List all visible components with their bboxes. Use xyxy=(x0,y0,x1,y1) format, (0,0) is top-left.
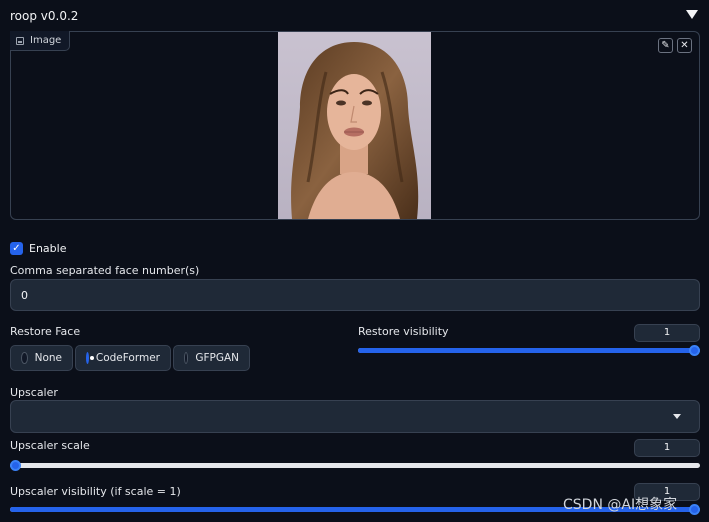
image-tag: Image xyxy=(10,31,71,51)
restore-face-option-none[interactable]: None xyxy=(10,345,73,371)
upscaler-label: Upscaler xyxy=(10,386,58,399)
image-tag-label: Image xyxy=(30,35,62,46)
upscaler-dropdown[interactable] xyxy=(10,400,700,433)
watermark-text: CSDN @AI想象家 xyxy=(563,497,678,513)
radio-icon xyxy=(184,352,189,364)
radio-icon xyxy=(21,352,28,364)
accordion-title[interactable]: roop v0.0.2 xyxy=(10,9,78,23)
restore-visibility-label: Restore visibility xyxy=(358,325,449,338)
upscaler-scale-number[interactable]: 1 xyxy=(634,439,700,457)
upscaler-visibility-label: Upscaler visibility (if scale = 1) xyxy=(10,485,181,498)
restore-visibility-fill xyxy=(358,348,700,353)
restore-face-option-gfpgan[interactable]: GFPGAN xyxy=(173,345,250,371)
radio-label: None xyxy=(34,352,62,364)
source-face-image xyxy=(278,32,431,219)
radio-label: CodeFormer xyxy=(95,352,160,364)
radio-selected-icon xyxy=(86,352,94,364)
upscaler-scale-track[interactable] xyxy=(10,463,700,468)
enable-label: Enable xyxy=(29,242,67,255)
upscaler-visibility-handle[interactable] xyxy=(689,504,700,515)
collapse-triangle-icon[interactable] xyxy=(686,10,698,19)
image-icon xyxy=(16,36,24,45)
close-icon[interactable]: ✕ xyxy=(677,38,692,53)
restore-visibility-handle[interactable] xyxy=(689,345,700,356)
restore-face-option-codeformer[interactable]: CodeFormer xyxy=(75,345,171,371)
face-numbers-value: 0 xyxy=(21,288,28,302)
face-numbers-input[interactable]: 0 xyxy=(10,279,700,311)
upscaler-scale-handle[interactable] xyxy=(10,460,21,471)
edit-icon[interactable]: ✎ xyxy=(658,38,673,53)
upscaler-scale-label: Upscaler scale xyxy=(10,439,90,452)
dropdown-arrow-icon[interactable] xyxy=(673,414,681,419)
restore-face-label: Restore Face xyxy=(10,325,81,338)
restore-visibility-number[interactable]: 1 xyxy=(634,324,700,342)
enable-checkbox[interactable]: ✓ xyxy=(10,242,23,255)
radio-label: GFPGAN xyxy=(195,352,239,364)
face-numbers-label: Comma separated face number(s) xyxy=(10,264,200,277)
